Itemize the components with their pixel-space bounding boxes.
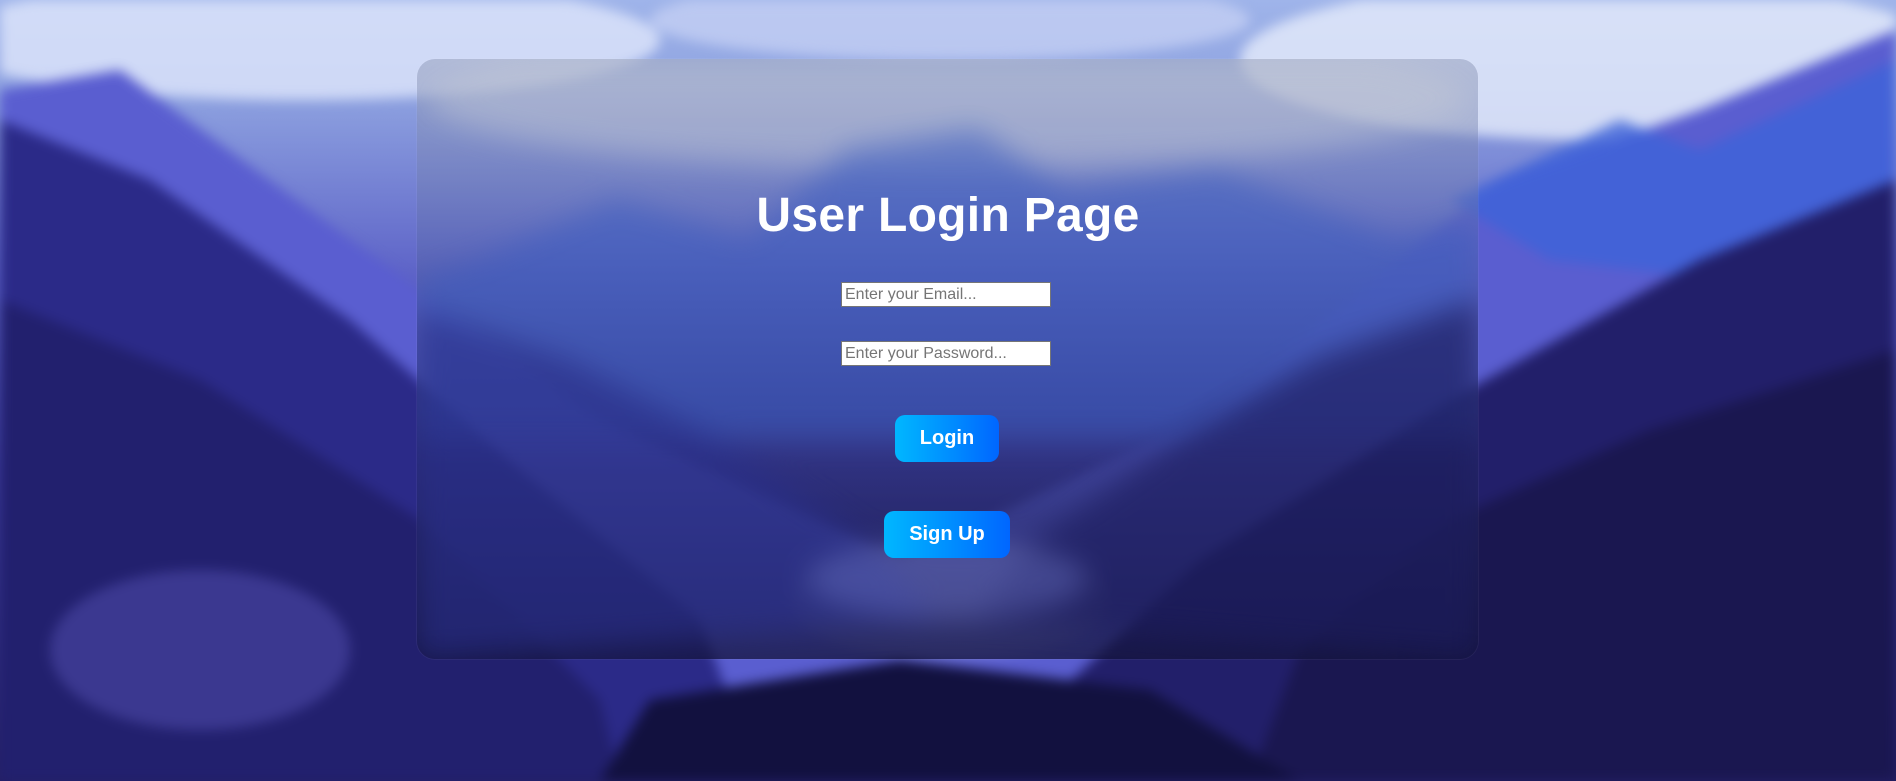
password-input[interactable] [841, 341, 1051, 366]
sign-up-button[interactable]: Sign Up [884, 511, 1010, 558]
email-input[interactable] [841, 282, 1051, 307]
page-title: User Login Page [756, 189, 1140, 242]
login-button[interactable]: Login [895, 415, 999, 462]
